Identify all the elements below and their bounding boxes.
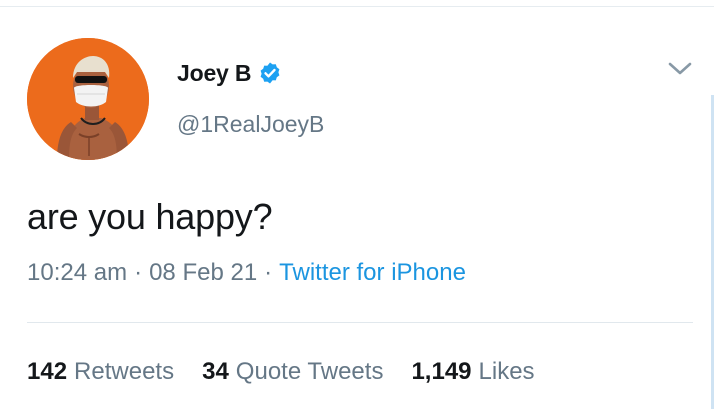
- stats-divider: [27, 322, 693, 323]
- display-name[interactable]: Joey B: [177, 60, 251, 87]
- likes-stat[interactable]: 1,149 Likes: [411, 358, 534, 386]
- quote-tweets-stat[interactable]: 34 Quote Tweets: [202, 358, 383, 386]
- tweet-time[interactable]: 10:24 am: [27, 259, 127, 287]
- chevron-down-icon[interactable]: [666, 58, 694, 80]
- retweets-label: Retweets: [74, 358, 175, 385]
- tweet-text: are you happy?: [27, 196, 273, 237]
- likes-count: 1,149: [411, 358, 472, 385]
- quote-tweets-label: Quote Tweets: [235, 358, 384, 385]
- retweets-stat[interactable]: 142 Retweets: [27, 358, 174, 386]
- author-handle[interactable]: @1RealJoeyB: [177, 111, 324, 138]
- quote-tweets-count: 34: [202, 358, 229, 385]
- avatar[interactable]: [27, 38, 149, 160]
- meta-separator: ·: [264, 259, 273, 286]
- tweet-source-link[interactable]: Twitter for iPhone: [279, 259, 466, 287]
- author-name-row[interactable]: Joey B: [177, 58, 282, 88]
- top-divider: [0, 6, 714, 7]
- tweet-stats: 142 Retweets 34 Quote Tweets 1,149 Likes: [27, 358, 563, 386]
- retweets-count: 142: [27, 358, 68, 385]
- likes-label: Likes: [478, 358, 535, 385]
- tweet-date[interactable]: 08 Feb 21: [149, 259, 257, 287]
- tweet-meta: 10:24 am · 08 Feb 21 · Twitter for iPhon…: [27, 259, 466, 287]
- meta-separator: ·: [134, 259, 143, 286]
- verified-badge-icon: [258, 61, 282, 85]
